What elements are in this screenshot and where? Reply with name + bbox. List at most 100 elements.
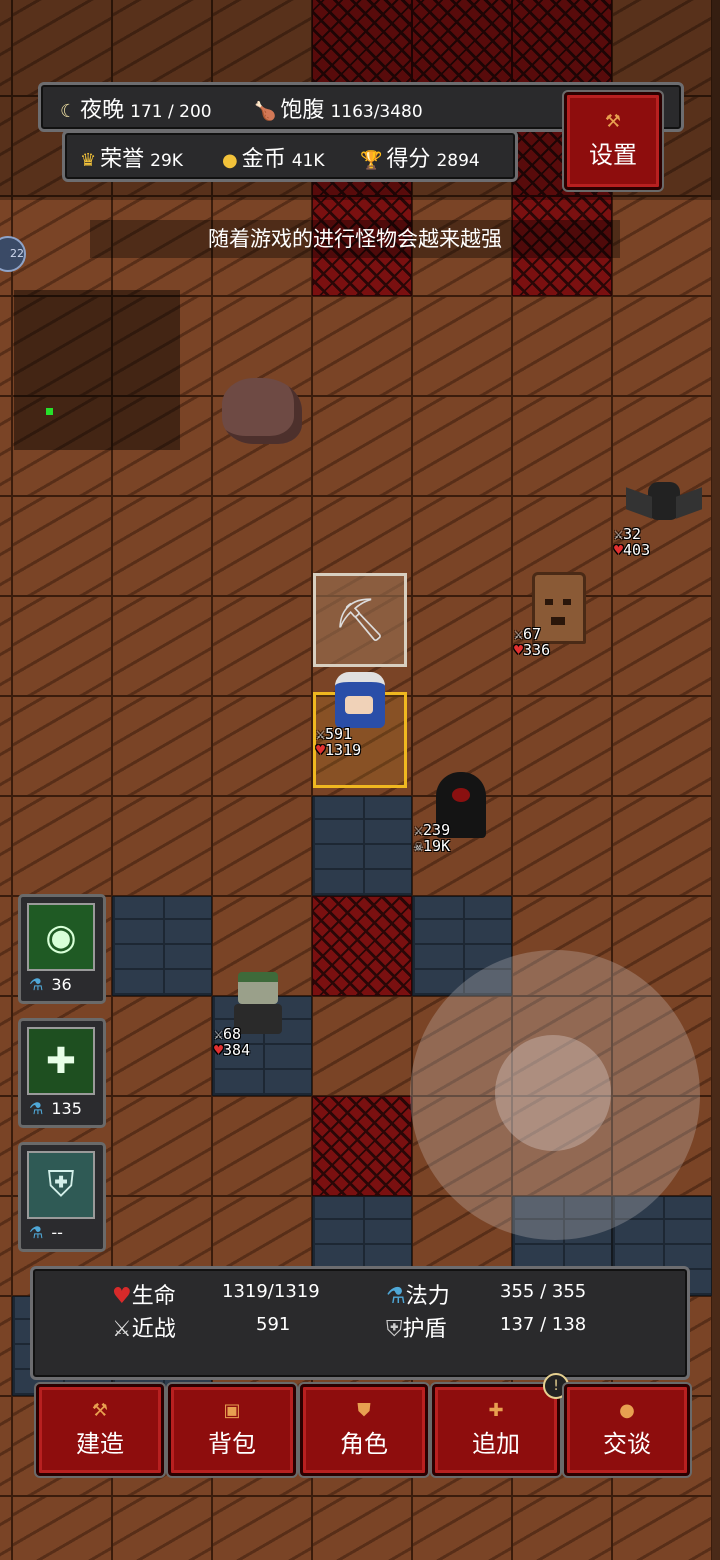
dirt-tile[interactable] xyxy=(112,796,212,896)
bag-icon: ▣ xyxy=(223,1399,241,1421)
mana-potion-icon: ⚗ xyxy=(29,1223,44,1242)
dirt-tile[interactable] xyxy=(612,596,712,696)
dirt-tile[interactable] xyxy=(212,596,312,696)
lava-tile[interactable] xyxy=(312,896,412,996)
satiety-counter: 🍗 饱腹 1163/3480 xyxy=(254,98,423,123)
hp-stat: ♥生命 1319/1319 xyxy=(112,1281,320,1309)
dirt-tile[interactable] xyxy=(12,696,112,796)
dirt-tile[interactable] xyxy=(312,996,412,1096)
bag-button[interactable]: ▣ 背包 xyxy=(168,1384,296,1476)
dirt-tile[interactable] xyxy=(112,496,212,596)
talk-button[interactable]: ● 交谈 xyxy=(564,1384,690,1476)
build-button[interactable]: ⚒ 建造 xyxy=(36,1384,164,1476)
rock[interactable] xyxy=(222,378,302,444)
dirt-tile[interactable] xyxy=(0,996,12,1096)
honor-counter: ♛ 荣誉 29K xyxy=(80,147,183,172)
dirt-tile[interactable] xyxy=(0,396,12,496)
mana-potion-icon: ⚗ xyxy=(29,1099,44,1118)
bat-monster[interactable] xyxy=(626,478,704,526)
dirt-tile[interactable] xyxy=(212,1496,312,1560)
dirt-tile[interactable] xyxy=(612,1496,712,1560)
heart-icon: ♥ xyxy=(112,1284,132,1309)
joystick-knob[interactable] xyxy=(495,1035,611,1151)
bat-stats: ⚔32 ♥403 xyxy=(614,525,651,559)
dirt-tile[interactable] xyxy=(0,596,12,696)
character-button[interactable]: ⛊ 角色 xyxy=(300,1384,428,1476)
dirt-tile[interactable] xyxy=(612,696,712,796)
dirt-tile[interactable] xyxy=(12,1496,112,1560)
minimap[interactable] xyxy=(14,290,180,450)
heart-icon: ♥ xyxy=(214,1041,224,1059)
crown-icon: ♛ xyxy=(80,150,97,171)
shield-stat: ⛨护盾 137 / 138 xyxy=(386,1314,587,1342)
mana-potion-icon: ⚗ xyxy=(386,1284,406,1309)
armor-icon: ⛊ xyxy=(357,1399,371,1421)
dirt-tile[interactable] xyxy=(312,1496,412,1560)
dirt-tile[interactable] xyxy=(212,796,312,896)
dirt-tile[interactable] xyxy=(112,1096,212,1196)
dirt-tile[interactable] xyxy=(512,696,612,796)
dirt-tile[interactable] xyxy=(0,1096,12,1196)
mp-stat: ⚗法力 355 / 355 xyxy=(386,1281,587,1309)
plus-icon: ✚ xyxy=(488,1399,504,1421)
dirt-tile[interactable] xyxy=(512,796,612,896)
shield-icon: ⛨ xyxy=(27,1151,95,1219)
dirt-tile[interactable] xyxy=(112,1496,212,1560)
dirt-tile[interactable] xyxy=(112,996,212,1096)
lava-tile[interactable] xyxy=(312,1096,412,1196)
dirt-tile[interactable] xyxy=(0,1296,12,1396)
dirt-tile[interactable] xyxy=(12,796,112,896)
dirt-tile[interactable] xyxy=(0,896,12,996)
dirt-tile[interactable] xyxy=(0,296,12,396)
dirt-tile[interactable] xyxy=(112,696,212,796)
reaper-stats: ⚔239 ☠19K xyxy=(414,821,451,855)
stone-tile[interactable] xyxy=(312,796,412,896)
dirt-tile[interactable] xyxy=(0,696,12,796)
player-character[interactable] xyxy=(335,672,385,728)
dirt-tile[interactable] xyxy=(412,396,512,496)
dirt-tile[interactable] xyxy=(12,596,112,696)
dirt-tile[interactable] xyxy=(0,1496,12,1560)
dirt-tile[interactable] xyxy=(412,1496,512,1560)
pickaxe-icon: ⛏ xyxy=(333,595,387,644)
dirt-tile[interactable] xyxy=(512,296,612,396)
minimap-player-marker xyxy=(46,408,53,415)
skill-slot-shield[interactable]: ⛨ ⚗ -- xyxy=(18,1142,106,1252)
dirt-tile[interactable] xyxy=(112,596,212,696)
settings-button[interactable]: ⚒ 设置 xyxy=(564,92,662,190)
heart-icon: ♥ xyxy=(316,741,326,759)
dirt-tile[interactable] xyxy=(212,696,312,796)
melee-stat: ⚔近战 591 xyxy=(112,1314,291,1342)
dirt-tile[interactable] xyxy=(212,496,312,596)
moon-icon: ☾ xyxy=(60,101,77,122)
dirt-tile[interactable] xyxy=(0,1396,12,1496)
skill-slot-cross[interactable]: ✚ ⚗ 135 xyxy=(18,1018,106,1128)
dirt-tile[interactable] xyxy=(0,496,12,596)
cross-icon: ✚ xyxy=(27,1027,95,1095)
dirt-tile[interactable] xyxy=(612,196,712,296)
dirt-tile[interactable] xyxy=(0,796,12,896)
stone-tile[interactable] xyxy=(112,896,212,996)
dirt-tile[interactable] xyxy=(512,1496,612,1560)
drumstick-icon: 🍗 xyxy=(254,101,277,122)
skill-slot-eye[interactable]: ◉ ⚗ 36 xyxy=(18,894,106,1004)
wrench-icon: ⚒ xyxy=(604,110,622,132)
hammer-icon: ⚒ xyxy=(91,1399,109,1421)
dirt-tile[interactable] xyxy=(0,1196,12,1296)
dirt-tile[interactable] xyxy=(612,796,712,896)
add-button[interactable]: ✚ 追加 ! xyxy=(432,1373,569,1476)
dirt-tile[interactable] xyxy=(512,396,612,496)
dirt-tile[interactable] xyxy=(412,596,512,696)
dirt-tile[interactable] xyxy=(412,496,512,596)
dirt-tile[interactable] xyxy=(612,296,712,396)
trophy-icon: 🏆 xyxy=(360,150,383,171)
selected-tile[interactable]: ⛏ xyxy=(313,573,407,667)
dirt-tile[interactable] xyxy=(412,296,512,396)
sword-icon: ⚔ xyxy=(112,1317,132,1342)
gold-counter: ● 金币 41K xyxy=(222,147,325,172)
dirt-tile[interactable] xyxy=(212,1096,312,1196)
dirt-tile[interactable] xyxy=(312,396,412,496)
dirt-tile[interactable] xyxy=(12,496,112,596)
night-counter: ☾ 夜晚 171 / 200 xyxy=(60,98,212,123)
dirt-tile[interactable] xyxy=(312,296,412,396)
